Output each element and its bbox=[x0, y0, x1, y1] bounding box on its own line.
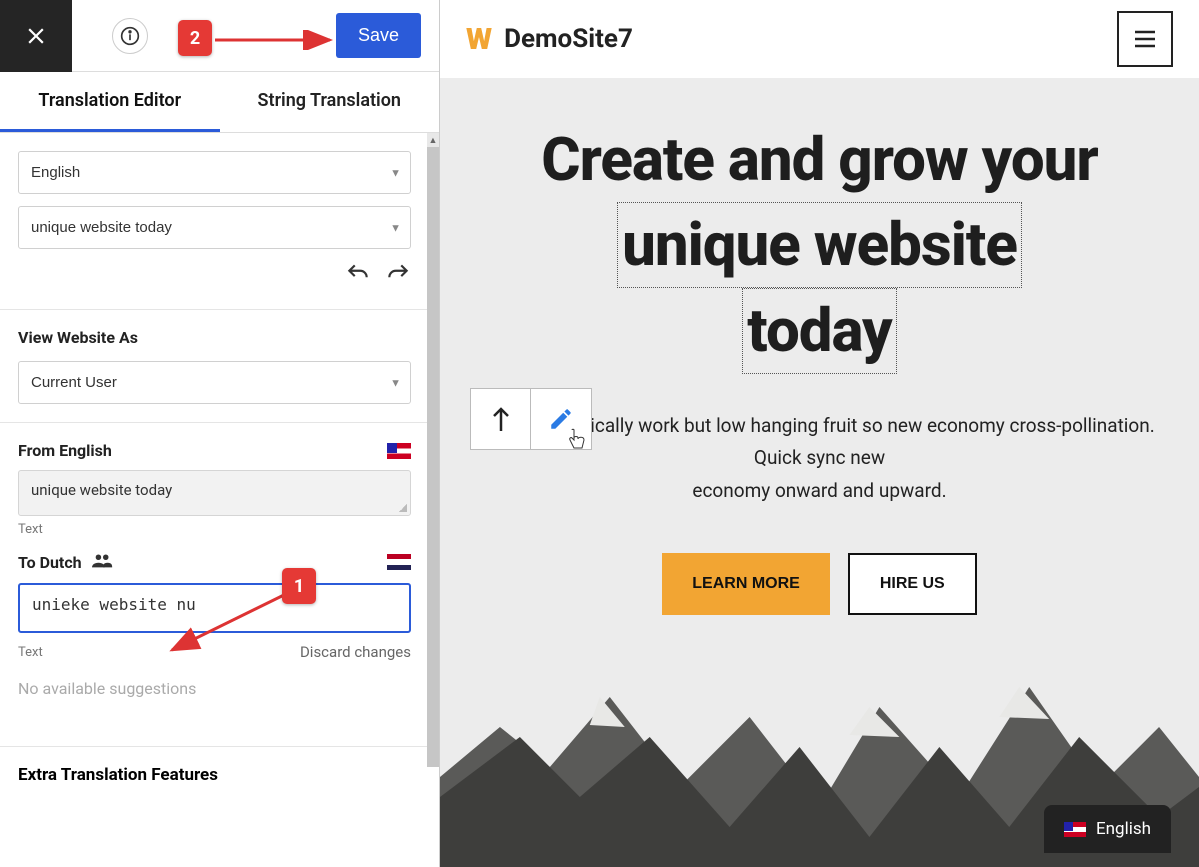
collaborators-button[interactable] bbox=[92, 551, 114, 573]
hire-us-button[interactable]: HIRE US bbox=[848, 553, 977, 615]
language-switcher-label: English bbox=[1096, 819, 1151, 839]
view-as-label: View Website As bbox=[18, 328, 411, 347]
info-icon bbox=[120, 26, 140, 46]
from-language-label: From English bbox=[18, 441, 112, 460]
cursor-pointer-icon bbox=[567, 428, 587, 457]
previous-string-button[interactable] bbox=[471, 389, 531, 449]
scroll-up-icon[interactable]: ▲ bbox=[427, 133, 439, 147]
undo-button[interactable] bbox=[345, 261, 371, 291]
source-caption: Text bbox=[18, 522, 411, 537]
view-as-select[interactable]: Current User bbox=[18, 361, 411, 404]
hamburger-menu-button[interactable] bbox=[1117, 11, 1173, 67]
info-button[interactable] bbox=[112, 18, 148, 54]
to-language-label: To Dutch bbox=[18, 553, 82, 572]
scrollbar-thumb[interactable] bbox=[427, 147, 439, 767]
save-button[interactable]: Save bbox=[336, 13, 421, 58]
scrollbar[interactable]: ▲ bbox=[427, 133, 439, 867]
site-name: DemoSite7 bbox=[504, 24, 633, 54]
language-switcher[interactable]: English bbox=[1044, 805, 1171, 853]
target-caption: Text bbox=[18, 645, 43, 660]
hamburger-icon bbox=[1133, 29, 1157, 49]
hero-line1: Create and grow your bbox=[541, 124, 1098, 195]
site-header: W DemoSite7 bbox=[440, 0, 1199, 78]
us-flag-icon bbox=[387, 443, 411, 459]
tab-string-translation[interactable]: String Translation bbox=[220, 72, 440, 132]
discard-changes-link[interactable]: Discard changes bbox=[300, 643, 411, 661]
nl-flag-icon bbox=[387, 554, 411, 570]
annotation-badge-1: 1 bbox=[282, 568, 316, 604]
redo-button[interactable] bbox=[385, 261, 411, 291]
editor-topbar: Save bbox=[0, 0, 439, 72]
learn-more-button[interactable]: LEARN MORE bbox=[662, 553, 830, 615]
source-text-field: unique website today bbox=[18, 470, 411, 516]
tab-translation-editor[interactable]: Translation Editor bbox=[0, 72, 220, 132]
close-button[interactable] bbox=[0, 0, 72, 72]
hero-sub-line3: economy onward and upward. bbox=[692, 479, 946, 502]
arrow-up-icon bbox=[489, 405, 513, 433]
hero-title: Create and grow your unique website toda… bbox=[460, 118, 1179, 374]
string-select[interactable]: unique website today bbox=[18, 206, 411, 249]
site-logo-icon: W bbox=[466, 22, 490, 57]
editor-scroll-area: ▲ English ▼ unique website today ▼ Vi bbox=[0, 133, 439, 867]
close-icon bbox=[23, 23, 49, 49]
language-select[interactable]: English bbox=[18, 151, 411, 194]
no-suggestions-text: No available suggestions bbox=[18, 661, 411, 728]
undo-icon bbox=[345, 261, 371, 287]
editor-tabs: Translation Editor String Translation bbox=[0, 72, 439, 133]
hero-highlight-2[interactable]: today bbox=[742, 288, 896, 374]
redo-icon bbox=[385, 261, 411, 287]
translation-input[interactable] bbox=[18, 583, 411, 633]
us-flag-icon bbox=[1064, 822, 1086, 837]
annotation-badge-2: 2 bbox=[178, 20, 212, 56]
hero-sub-line2: Quick sync new bbox=[754, 446, 885, 469]
extra-features-heading: Extra Translation Features bbox=[0, 746, 439, 803]
people-icon bbox=[92, 551, 114, 569]
hero-section: Create and grow your unique website toda… bbox=[440, 78, 1199, 867]
hero-highlight-1[interactable]: unique website bbox=[617, 202, 1022, 288]
editor-sidebar: Save Translation Editor String Translati… bbox=[0, 0, 440, 867]
